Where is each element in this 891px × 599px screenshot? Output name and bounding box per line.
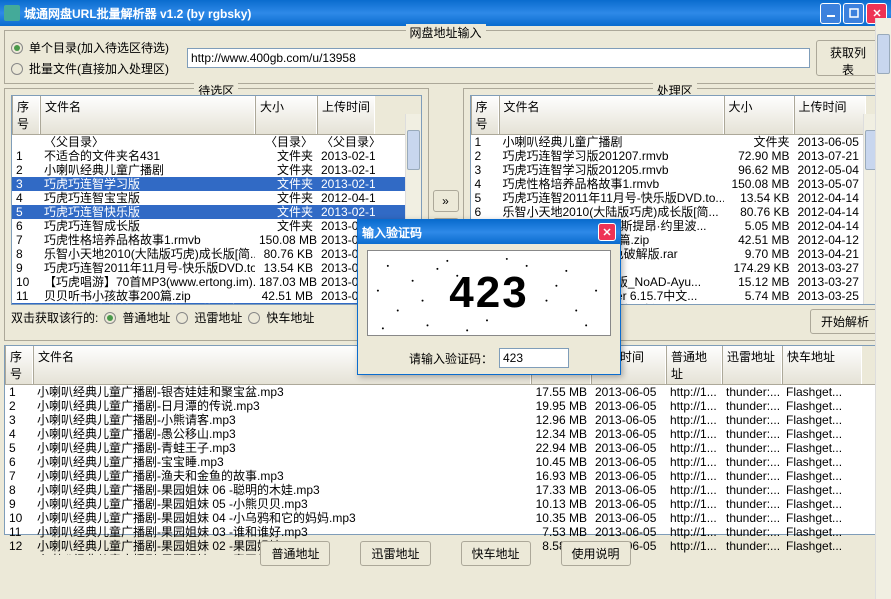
- start-parse-button[interactable]: 开始解析: [810, 309, 880, 334]
- dblclick-label: 双击获取该行的:: [11, 309, 98, 326]
- captcha-input[interactable]: [499, 348, 569, 368]
- get-list-button[interactable]: 获取列表: [816, 40, 880, 76]
- table-row[interactable]: 5巧虎巧连智2011年11月号-快乐版DVD.to...13.54 KB2012…: [471, 191, 880, 205]
- modal-titlebar: 输入验证码: [358, 220, 620, 244]
- table-row[interactable]: 〈父目录〉〈目录〉〈父目录〉: [12, 135, 421, 149]
- table-row[interactable]: 11小喇叭经典儿童广播剧-果园姐妹 03 -谁和谁好.mp37.53 MB201…: [5, 525, 886, 539]
- window-title: 城通网盘URL批量解析器 v1.2 (by rgbsky): [24, 5, 818, 22]
- table-row[interactable]: 3巧虎巧连智学习版201205.rmvb96.62 MB2012-05-04: [471, 163, 880, 177]
- process-header: 序号 文件名 大小 上传时间: [471, 96, 880, 135]
- maximize-button[interactable]: [843, 3, 864, 24]
- modal-title: 输入验证码: [362, 224, 596, 241]
- table-row[interactable]: 8小喇叭经典儿童广播剧-果园姐妹 06 -聪明的木娃.mp317.33 MB20…: [5, 483, 886, 497]
- table-row[interactable]: 6乐智小天地2010(大陆版巧虎)成长版[简...80.76 KB2012-04…: [471, 205, 880, 219]
- table-row[interactable]: 3巧虎巧连智学习版文件夹2013-02-16: [12, 177, 421, 191]
- table-row[interactable]: 12小喇叭经典儿童广播剧-果园姐妹 02 -果园姐妹.mp38.58 MB201…: [5, 539, 886, 553]
- table-row[interactable]: 2小喇叭经典儿童广播剧-日月潭的传说.mp319.95 MB2013-06-05…: [5, 399, 886, 413]
- titlebar: 城通网盘URL批量解析器 v1.2 (by rgbsky): [0, 0, 891, 26]
- move-right-button[interactable]: »: [433, 190, 459, 212]
- table-row[interactable]: 6小喇叭经典儿童广播剧-宝宝睡.mp310.45 MB2013-06-05htt…: [5, 455, 886, 469]
- url-input[interactable]: [187, 48, 810, 68]
- url-group-title: 网盘地址输入: [405, 24, 485, 41]
- radio-single-dir[interactable]: 单个目录(加入待选区待选): [11, 39, 181, 56]
- table-row[interactable]: 7小喇叭经典儿童广播剧-渔夫和金鱼的故事.mp316.93 MB2013-06-…: [5, 469, 886, 483]
- scrollbar[interactable]: [875, 18, 891, 599]
- table-row[interactable]: 1小喇叭经典儿童广播剧文件夹2013-06-05: [471, 135, 880, 149]
- radio-batch-file[interactable]: 批量文件(直接加入处理区): [11, 60, 181, 77]
- minimize-button[interactable]: [820, 3, 841, 24]
- radio-thunder-url[interactable]: 迅雷地址: [176, 309, 242, 326]
- captcha-prompt: 请输入验证码：: [409, 350, 493, 367]
- table-row[interactable]: 5小喇叭经典儿童广播剧-青蛙王子.mp322.94 MB2013-06-05ht…: [5, 441, 886, 455]
- table-row[interactable]: 13小喇叭经典儿童广播剧-果园姐妹 01 -春天的声音.mp3775.95 KB…: [5, 553, 886, 555]
- table-row[interactable]: 4巧虎巧连智宝宝版文件夹2012-04-11: [12, 191, 421, 205]
- table-row[interactable]: 4小喇叭经典儿童广播剧-愚公移山.mp312.34 MB2013-06-05ht…: [5, 427, 886, 441]
- table-row[interactable]: 4巧虎性格培养品格故事1.rmvb150.08 MB2013-05-07: [471, 177, 880, 191]
- footer-flashget-button[interactable]: 快车地址: [461, 541, 531, 566]
- app-icon: [4, 5, 20, 21]
- footer-normal-button[interactable]: 普通地址: [260, 541, 330, 566]
- table-row[interactable]: 1小喇叭经典儿童广播剧-银杏娃娃和聚宝盆.mp317.55 MB2013-06-…: [5, 385, 886, 399]
- radio-flashget-url[interactable]: 快车地址: [248, 309, 314, 326]
- footer-thunder-button[interactable]: 迅雷地址: [360, 541, 430, 566]
- footer-help-button[interactable]: 使用说明: [561, 541, 631, 566]
- table-row[interactable]: 10小喇叭经典儿童广播剧-果园姐妹 04 -小乌鸦和它的妈妈.mp310.35 …: [5, 511, 886, 525]
- table-row[interactable]: 2巧虎巧连智学习版201207.rmvb72.90 MB2013-07-21: [471, 149, 880, 163]
- table-row[interactable]: 2小喇叭经典儿童广播剧文件夹2013-02-16: [12, 163, 421, 177]
- radio-normal-url[interactable]: 普通地址: [104, 309, 170, 326]
- pending-header: 序号 文件名 大小 上传时间: [12, 96, 421, 135]
- table-row[interactable]: 5巧虎巧连智快乐版文件夹2013-02-16: [12, 205, 421, 219]
- captcha-dialog: 输入验证码 423 请输入验证码：: [357, 219, 621, 375]
- table-row[interactable]: 1不适合的文件夹名431文件夹2013-02-16: [12, 149, 421, 163]
- url-input-group: 网盘地址输入 单个目录(加入待选区待选) 批量文件(直接加入处理区) 获取列表: [4, 30, 887, 84]
- table-row[interactable]: 9小喇叭经典儿童广播剧-果园姐妹 05 -小熊贝贝.mp310.13 MB201…: [5, 497, 886, 511]
- table-row[interactable]: 3小喇叭经典儿童广播剧-小熊请客.mp312.96 MB2013-06-05ht…: [5, 413, 886, 427]
- modal-close-button[interactable]: [598, 223, 616, 241]
- captcha-image: 423: [367, 250, 611, 336]
